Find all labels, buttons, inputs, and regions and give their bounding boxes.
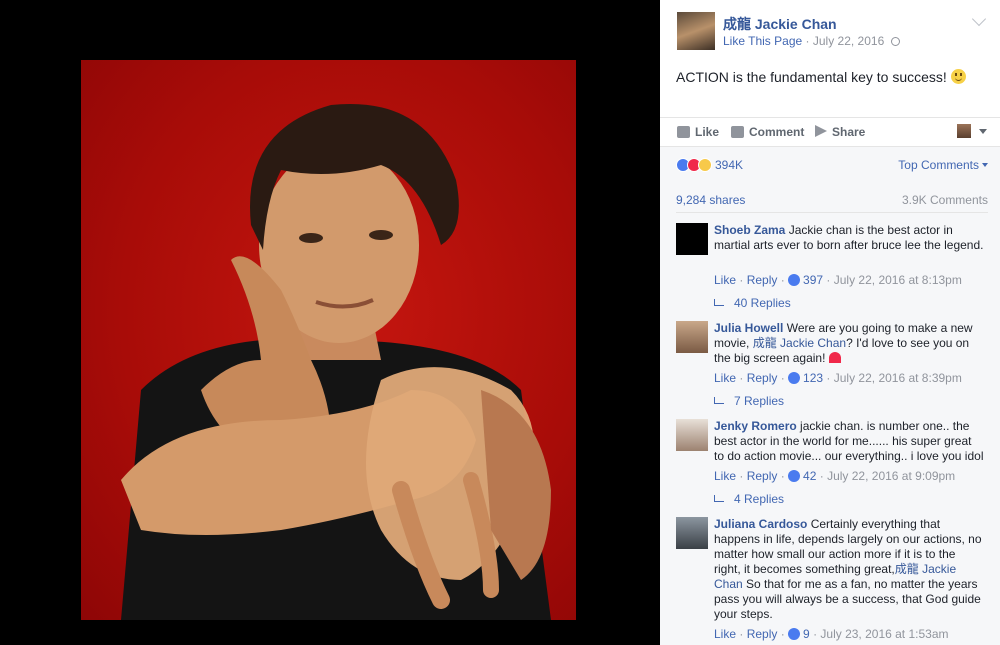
- comment-timestamp[interactable]: July 22, 2016 at 8:13pm: [834, 273, 962, 287]
- viewer-avatar[interactable]: [957, 124, 971, 138]
- like-label: Like: [695, 125, 720, 139]
- reply-arrow-icon: [714, 397, 724, 404]
- commenter-name[interactable]: Shoeb Zama: [714, 223, 785, 237]
- comment-meta: Like · Reply · 42 · July 22, 2016 at 9:0…: [714, 469, 956, 483]
- comment-text: Juliana Cardoso Certainly everything tha…: [714, 517, 984, 622]
- replies-count: 4 Replies: [734, 492, 785, 506]
- meta-separator: ·: [805, 34, 810, 48]
- commenter-name[interactable]: Julia Howell: [714, 321, 783, 335]
- comment-like-count[interactable]: 9: [803, 627, 810, 641]
- reply-arrow-icon: [714, 299, 724, 306]
- comment-reply-link[interactable]: Reply: [747, 371, 778, 385]
- comment-icon: [731, 126, 744, 138]
- comment-reply-link[interactable]: Reply: [747, 273, 778, 287]
- globe-icon: [890, 37, 900, 46]
- post-header: 成龍 Jackie Chan Like This Page · July 22,…: [660, 0, 1000, 58]
- comment-timestamp[interactable]: July 22, 2016 at 8:39pm: [834, 371, 962, 385]
- comment-text: Shoeb Zama Jackie chan is the best actor…: [714, 223, 984, 253]
- comments-feed: 394K Top Comments 9,284 shares 3.9K Comm…: [660, 146, 1000, 645]
- comment-meta: Like · Reply · 123 · July 22, 2016 at 8:…: [714, 371, 962, 385]
- comment-like-count[interactable]: 123: [803, 371, 823, 385]
- comment-text: Julia Howell Were are you going to make …: [714, 321, 984, 366]
- comment-meta: Like · Reply · 397 · July 22, 2016 at 8:…: [714, 273, 962, 287]
- comment-text: Jenky Romero jackie chan. is number one.…: [714, 419, 984, 464]
- comment-button[interactable]: Comment: [731, 125, 804, 139]
- replies-count: 40 Replies: [734, 296, 791, 310]
- like-count-icon: [788, 628, 801, 640]
- view-replies-link[interactable]: 4 Replies: [714, 492, 784, 506]
- post-photo[interactable]: [81, 60, 576, 620]
- comment-timestamp[interactable]: July 22, 2016 at 9:09pm: [827, 469, 955, 483]
- mention-link[interactable]: 成龍 Jackie Chan: [753, 336, 846, 350]
- share-label: Share: [832, 125, 866, 139]
- heart-emoji-icon: [828, 352, 841, 363]
- like-count-icon: [788, 470, 801, 482]
- post-date[interactable]: July 22, 2016: [813, 34, 884, 48]
- replies-count: 7 Replies: [734, 394, 785, 408]
- reactions-summary[interactable]: 394K: [676, 158, 743, 172]
- post-actions-bar: Like Comment Share: [660, 117, 1000, 145]
- post-message: ACTION is the fundamental key to success…: [676, 69, 947, 85]
- like-page-link[interactable]: Like This Page: [723, 34, 802, 48]
- share-button[interactable]: Share: [815, 125, 865, 139]
- caret-down-icon[interactable]: [979, 129, 987, 134]
- comment-like-link[interactable]: Like: [714, 371, 736, 385]
- post-text: ACTION is the fundamental key to success…: [676, 69, 966, 85]
- like-button[interactable]: Like: [677, 125, 719, 139]
- like-count-icon: [788, 274, 801, 286]
- comment-timestamp[interactable]: July 23, 2016 at 1:53am: [820, 627, 948, 641]
- comment-like-link[interactable]: Like: [714, 627, 736, 641]
- comment-like-link[interactable]: Like: [714, 469, 736, 483]
- thumbs-up-icon: [677, 126, 690, 138]
- comment-reply-link[interactable]: Reply: [747, 627, 778, 641]
- shares-link[interactable]: 9,284 shares: [676, 193, 745, 207]
- reply-arrow-icon: [714, 495, 724, 502]
- post-meta: Like This Page · July 22, 2016: [723, 34, 900, 48]
- like-count-icon: [788, 372, 801, 384]
- page-avatar[interactable]: [677, 12, 715, 50]
- comment-like-link[interactable]: Like: [714, 273, 736, 287]
- comment-label: Comment: [749, 125, 805, 139]
- commenter-avatar[interactable]: [676, 321, 708, 353]
- engagement-counts: 9,284 shares 3.9K Comments: [676, 187, 988, 213]
- wow-reaction-icon: [698, 158, 712, 172]
- reactions-count: 394K: [715, 158, 744, 172]
- chevron-down-icon[interactable]: [971, 11, 987, 27]
- comment-message-rest: So that for me as a fan, no matter the y…: [714, 577, 981, 621]
- commenter-name[interactable]: Juliana Cardoso: [714, 517, 807, 531]
- comment-like-count[interactable]: 42: [803, 469, 816, 483]
- comment-like-count[interactable]: 397: [803, 273, 823, 287]
- view-replies-link[interactable]: 7 Replies: [714, 394, 784, 408]
- commenter-avatar[interactable]: [676, 223, 708, 255]
- page-name-link[interactable]: 成龍 Jackie Chan: [723, 14, 837, 34]
- commenter-name[interactable]: Jenky Romero: [714, 419, 797, 433]
- photo-viewer: [0, 0, 660, 645]
- comment-reply-link[interactable]: Reply: [747, 469, 778, 483]
- post-panel: 成龍 Jackie Chan Like This Page · July 22,…: [660, 0, 1000, 645]
- share-icon: [815, 125, 827, 137]
- comments-count[interactable]: 3.9K Comments: [902, 193, 988, 207]
- top-comments-dropdown[interactable]: Top Comments: [898, 158, 988, 172]
- commenter-avatar[interactable]: [676, 517, 708, 549]
- smiley-icon: [950, 69, 966, 84]
- martial-artist-photo: [121, 103, 551, 620]
- commenter-avatar[interactable]: [676, 419, 708, 451]
- comment-meta: Like · Reply · 9 · July 23, 2016 at 1:53…: [714, 627, 949, 641]
- view-replies-link[interactable]: 40 Replies: [714, 296, 791, 310]
